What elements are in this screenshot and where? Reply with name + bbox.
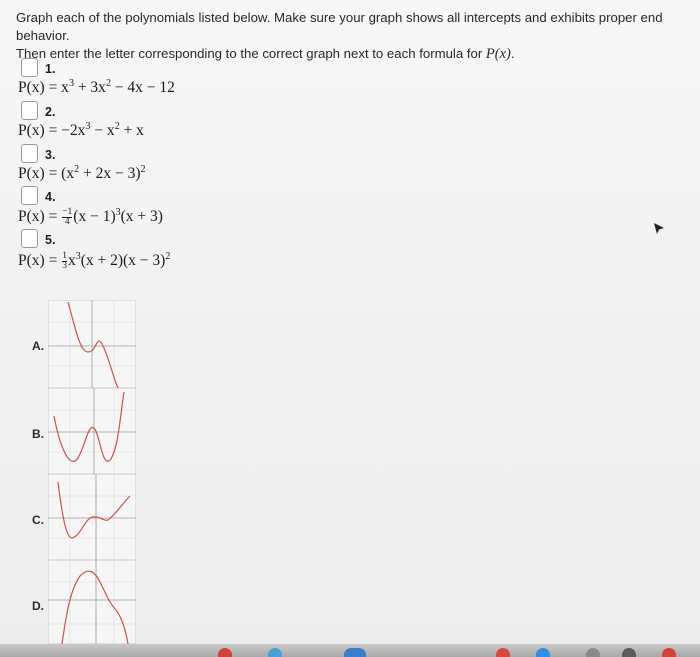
formula-5: P(x) = 1 3 x3(x + 2)(x − 3)2: [18, 250, 171, 271]
formula-2: P(x) = −2x3 − x2 + x: [18, 121, 144, 139]
graph-label-c: C.: [32, 513, 44, 527]
answer-box-2[interactable]: [21, 101, 38, 120]
item-number-3: 3.: [45, 148, 56, 162]
instructions-line2-prefix: Then enter the letter corresponding to t…: [16, 46, 486, 61]
graph-label-b: B.: [32, 427, 44, 441]
answer-box-4[interactable]: [21, 186, 38, 205]
instructions-line2: Then enter the letter corresponding to t…: [16, 45, 688, 63]
answer-box-5[interactable]: [21, 229, 38, 248]
instructions-line2-suffix: .: [510, 46, 515, 61]
item-number-1: 1.: [45, 62, 56, 76]
graph-label-d: D.: [32, 599, 44, 613]
item-number-5: 5.: [45, 233, 56, 247]
dock-icon-finder[interactable]: [344, 648, 366, 657]
dock-icon-appstore[interactable]: [536, 648, 550, 657]
formula-4: P(x) = −1 4 (x − 1)3(x + 3): [18, 206, 163, 227]
graph-c[interactable]: [48, 474, 136, 560]
answer-box-1[interactable]: [21, 58, 38, 77]
dock-icon-misc[interactable]: [622, 648, 636, 657]
instructions: Graph each of the polynomials listed bel…: [16, 9, 688, 63]
item-number-2: 2.: [45, 105, 56, 119]
graph-a[interactable]: [48, 300, 136, 388]
graph-label-a: A.: [32, 339, 44, 353]
formula-3: P(x) = (x2 + 2x − 3)2: [18, 164, 146, 182]
dock-icon-settings[interactable]: [586, 648, 600, 657]
mouse-cursor-icon: [654, 223, 664, 234]
item-number-4: 4.: [45, 190, 56, 204]
dock-icon-red[interactable]: [218, 648, 232, 657]
dock-icon-blue[interactable]: [268, 648, 282, 657]
graph-b[interactable]: [48, 388, 136, 474]
dock-icon-badge[interactable]: [662, 648, 676, 657]
formula-1: P(x) = x3 + 3x2 − 4x − 12: [18, 78, 175, 96]
answer-box-3[interactable]: [21, 144, 38, 163]
graph-d[interactable]: [48, 560, 136, 644]
instructions-line2-var: P(x): [485, 46, 511, 62]
instructions-line1: Graph each of the polynomials listed bel…: [16, 10, 663, 43]
screen: Graph each of the polynomials listed bel…: [0, 0, 700, 657]
dock-icon-calendar[interactable]: [496, 648, 510, 657]
